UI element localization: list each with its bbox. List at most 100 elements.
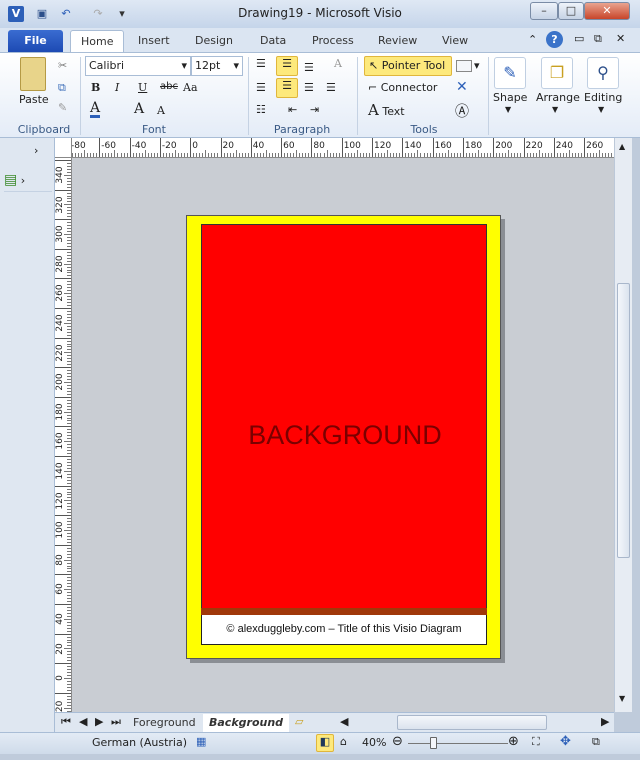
editing-dropdown-arrow-icon[interactable]: ▼ xyxy=(598,105,604,114)
page-tab-background[interactable]: Background xyxy=(203,714,290,732)
format-painter-icon[interactable]: ✎ xyxy=(58,101,67,114)
tab-process[interactable]: Process xyxy=(302,30,364,52)
shape-dropdown-arrow-icon[interactable]: ▼ xyxy=(505,105,511,114)
ruler-minor-tick xyxy=(568,150,570,157)
next-page-icon[interactable]: ▶ xyxy=(95,715,103,728)
vertical-ruler[interactable]: 340 320 300 280 260 240 220 200 180 160 140 120 100 8… xyxy=(55,158,72,712)
copy-icon[interactable]: ⧉ xyxy=(58,81,66,95)
footer-title[interactable]: © alexduggleby.com – Title of this Visio… xyxy=(201,615,487,645)
last-page-icon[interactable]: ⏭ xyxy=(111,715,121,729)
align-center-icon[interactable]: ☰ xyxy=(276,78,298,98)
status-bar: German (Austria) ▦ ◧ ⌂ 40% ⊖ ⊕ ⛶ ✥ ⧉ xyxy=(0,732,640,754)
vertical-scroll-thumb[interactable] xyxy=(617,283,630,558)
ruler-corner[interactable] xyxy=(55,138,72,158)
font-size-combo[interactable]: 12pt ▾ xyxy=(191,56,243,76)
minimize-button[interactable]: – xyxy=(530,2,558,20)
zoom-slider-track[interactable] xyxy=(408,743,508,744)
connection-point-icon[interactable]: ✕ xyxy=(456,79,468,95)
arrange-icon[interactable]: ❐ xyxy=(541,57,573,89)
tab-home[interactable]: Home xyxy=(70,30,125,52)
text-tool-button[interactable]: A Text xyxy=(368,101,405,119)
maximize-button[interactable]: □ xyxy=(558,2,584,20)
cut-icon[interactable]: ✂ xyxy=(58,59,67,72)
help-icon[interactable]: ? xyxy=(546,31,563,48)
shape-dropdown-icon[interactable]: ▾ xyxy=(474,59,480,72)
align-top-icon[interactable]: ☰ xyxy=(256,57,266,70)
ruler-tick xyxy=(553,138,555,157)
tab-insert[interactable]: Insert xyxy=(128,30,180,52)
pan-zoom-icon[interactable]: ✥ xyxy=(560,734,571,749)
align-bottom-icon[interactable]: ☰ xyxy=(304,61,314,74)
strikethrough-button[interactable]: abc xyxy=(160,81,178,92)
switch-windows-icon[interactable]: ⧉ xyxy=(592,735,600,749)
arrange-dropdown-arrow-icon[interactable]: ▼ xyxy=(552,105,558,114)
expand-shapes-icon[interactable]: › xyxy=(34,144,38,157)
bold-button[interactable]: B xyxy=(91,81,100,94)
tab-file[interactable]: File xyxy=(8,30,63,52)
tab-design[interactable]: Design xyxy=(185,30,243,52)
zoom-in-icon[interactable]: ⊕ xyxy=(508,734,519,749)
italic-button[interactable]: I xyxy=(115,81,119,94)
prev-page-icon[interactable]: ◀ xyxy=(79,715,87,728)
doc-minimize-icon[interactable]: ▭ xyxy=(574,32,584,45)
align-left-icon[interactable]: ☰ xyxy=(256,81,266,94)
macro-icon[interactable]: ▦ xyxy=(196,735,206,748)
pointer-icon: ↖ xyxy=(369,59,379,72)
grow-font-button[interactable]: A xyxy=(134,101,144,117)
scroll-up-icon[interactable]: ▲ xyxy=(619,142,625,151)
paste-icon[interactable] xyxy=(20,57,46,91)
insert-page-icon[interactable]: ▱ xyxy=(295,715,303,728)
page-tab-foreground[interactable]: Foreground xyxy=(127,714,202,732)
rectangle-shape-icon[interactable] xyxy=(456,60,472,72)
pointer-tool-button[interactable]: ↖ Pointer Tool xyxy=(364,56,452,76)
ruler-tick xyxy=(523,138,525,157)
scroll-down-icon[interactable]: ▼ xyxy=(619,694,625,703)
background-rectangle[interactable]: BACKGROUND xyxy=(201,224,487,609)
connector-tool-button[interactable]: ⌐ Connector xyxy=(368,81,437,94)
normal-view-icon[interactable]: ◧ xyxy=(316,734,334,752)
close-button[interactable]: ✕ xyxy=(584,2,630,20)
shape-button[interactable]: Shape xyxy=(493,91,527,104)
scroll-right-icon[interactable]: ▶ xyxy=(601,715,609,728)
ruler-minor-tick xyxy=(265,150,267,157)
font-color-button[interactable]: A xyxy=(90,101,101,118)
shape-styles-icon[interactable]: ✎ xyxy=(494,57,526,89)
align-middle-icon[interactable]: ☰ xyxy=(276,56,298,76)
decrease-indent-icon[interactable]: ⇤ xyxy=(288,103,297,116)
text-direction-icon[interactable]: A xyxy=(334,57,342,70)
language-status[interactable]: German (Austria) xyxy=(92,736,187,749)
horizontal-ruler[interactable]: -80 -60 -40 -20 0 20 40 60 80 100 120 140 160 180 200 2… xyxy=(72,138,614,158)
find-binoculars-icon[interactable]: ⚲ xyxy=(587,57,619,89)
doc-close-icon[interactable]: ✕ xyxy=(616,32,625,45)
tab-review[interactable]: Review xyxy=(368,30,427,52)
horizontal-scroll-thumb[interactable] xyxy=(397,715,547,730)
doc-restore-icon[interactable]: ⧉ xyxy=(594,32,602,46)
minimize-ribbon-icon[interactable]: ⌃ xyxy=(528,33,537,46)
editing-button[interactable]: Editing xyxy=(584,91,622,104)
presentation-mode-icon[interactable]: ⌂ xyxy=(340,735,347,748)
paste-button[interactable]: Paste xyxy=(19,93,49,106)
zoom-level[interactable]: 40% xyxy=(362,736,386,749)
justify-icon[interactable]: ☰ xyxy=(326,81,336,94)
ruler-minor-tick xyxy=(64,530,71,531)
scroll-left-icon[interactable]: ◀ xyxy=(340,715,348,728)
drawing-page[interactable]: BACKGROUND © alexduggleby.com – Title of… xyxy=(186,215,501,659)
align-right-icon[interactable]: ☰ xyxy=(304,81,314,94)
underline-button[interactable]: U xyxy=(138,81,147,94)
shapes-stencil-button[interactable]: ▤ › xyxy=(4,172,52,192)
first-page-icon[interactable]: ⏮ xyxy=(61,715,71,729)
ruler-label: 200 xyxy=(495,141,513,151)
tab-view[interactable]: View xyxy=(432,30,478,52)
tab-data[interactable]: Data xyxy=(250,30,296,52)
bullets-icon[interactable]: ☷ xyxy=(256,103,266,116)
zoom-out-icon[interactable]: ⊖ xyxy=(392,734,403,749)
shrink-font-button[interactable]: A xyxy=(157,104,165,117)
arrange-button[interactable]: Arrange xyxy=(536,91,580,104)
increase-indent-icon[interactable]: ⇥ xyxy=(310,103,319,116)
vertical-scrollbar[interactable]: ▲ ▼ xyxy=(614,138,632,712)
fit-page-icon[interactable]: ⛶ xyxy=(532,735,540,749)
change-case-button[interactable]: Aa xyxy=(183,81,198,94)
zoom-slider-thumb[interactable] xyxy=(430,737,437,749)
font-name-combo[interactable]: Calibri ▾ xyxy=(85,56,191,76)
text-rotate-icon[interactable]: Ⓐ xyxy=(455,101,469,121)
